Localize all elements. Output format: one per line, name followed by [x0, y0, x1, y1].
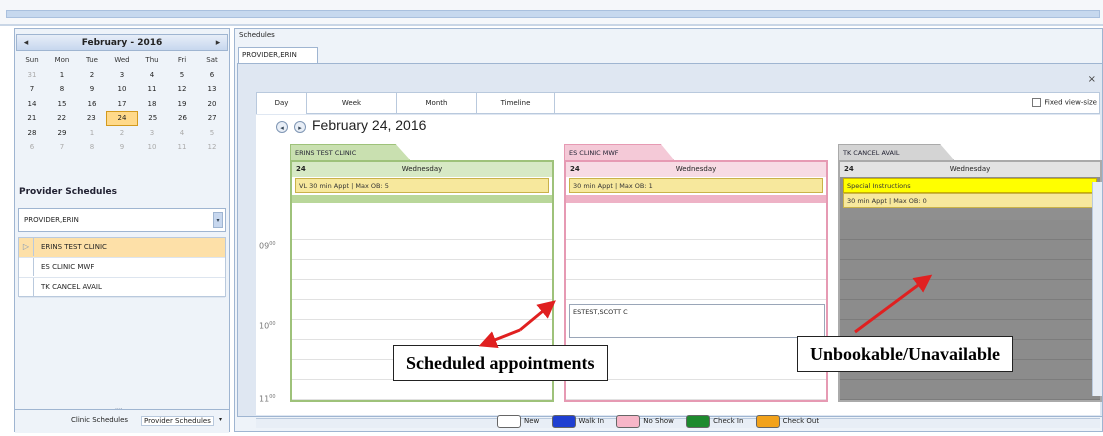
arrow-to-unavailable: [854, 274, 933, 334]
annotation-arrows: [478, 274, 933, 349]
arrow-to-appointment: [519, 300, 556, 332]
arrow-to-callout: [478, 328, 521, 349]
